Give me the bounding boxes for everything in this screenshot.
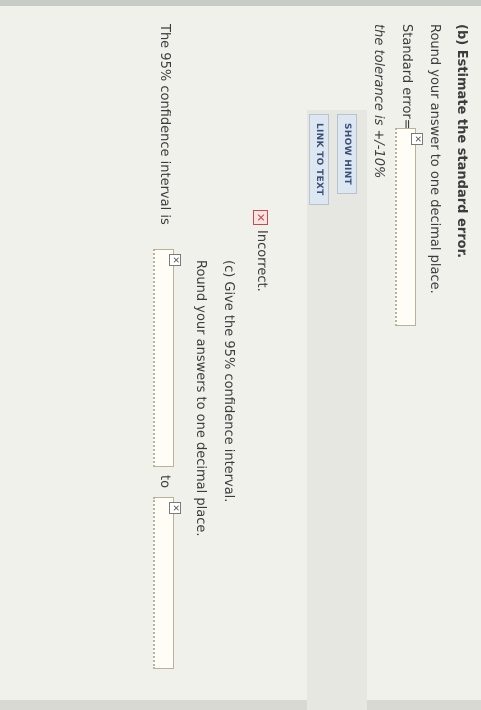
tolerance-note: the tolerance is +/-10% (371, 24, 386, 179)
question-page: (b) Estimate the standard error. Round y… (0, 0, 481, 710)
ci-lower-input[interactable]: ✕ (153, 249, 181, 467)
part-c-instruction: Round your answers to one decimal place. (193, 260, 208, 537)
part-b-instruction: Round your answer to one decimal place. (427, 24, 442, 294)
show-hint-button[interactable]: SHOW HINT (337, 114, 357, 194)
x-mark-icon: ✕ (169, 254, 181, 266)
hint-panel: SHOW HINT LINK TO TEXT (307, 110, 367, 710)
incorrect-feedback: Incorrect. (254, 230, 269, 292)
link-to-text-button[interactable]: LINK TO TEXT (309, 114, 329, 205)
part-b-heading: (b) Estimate the standard error. (454, 24, 469, 259)
x-mark-icon: ✕ (169, 502, 181, 514)
incorrect-x-icon: ✕ (253, 210, 268, 225)
standard-error-input[interactable]: ✕ (395, 128, 423, 326)
x-mark-icon: ✕ (411, 133, 423, 145)
to-label: to (157, 475, 172, 489)
ci-upper-input[interactable]: ✕ (153, 497, 181, 669)
ci-label: The 95% confidence interval is (157, 24, 172, 225)
page-left-border (0, 0, 481, 6)
standard-error-label: Standard error= (399, 24, 414, 130)
part-c-heading: (c) Give the 95% confidence interval. (221, 260, 236, 503)
